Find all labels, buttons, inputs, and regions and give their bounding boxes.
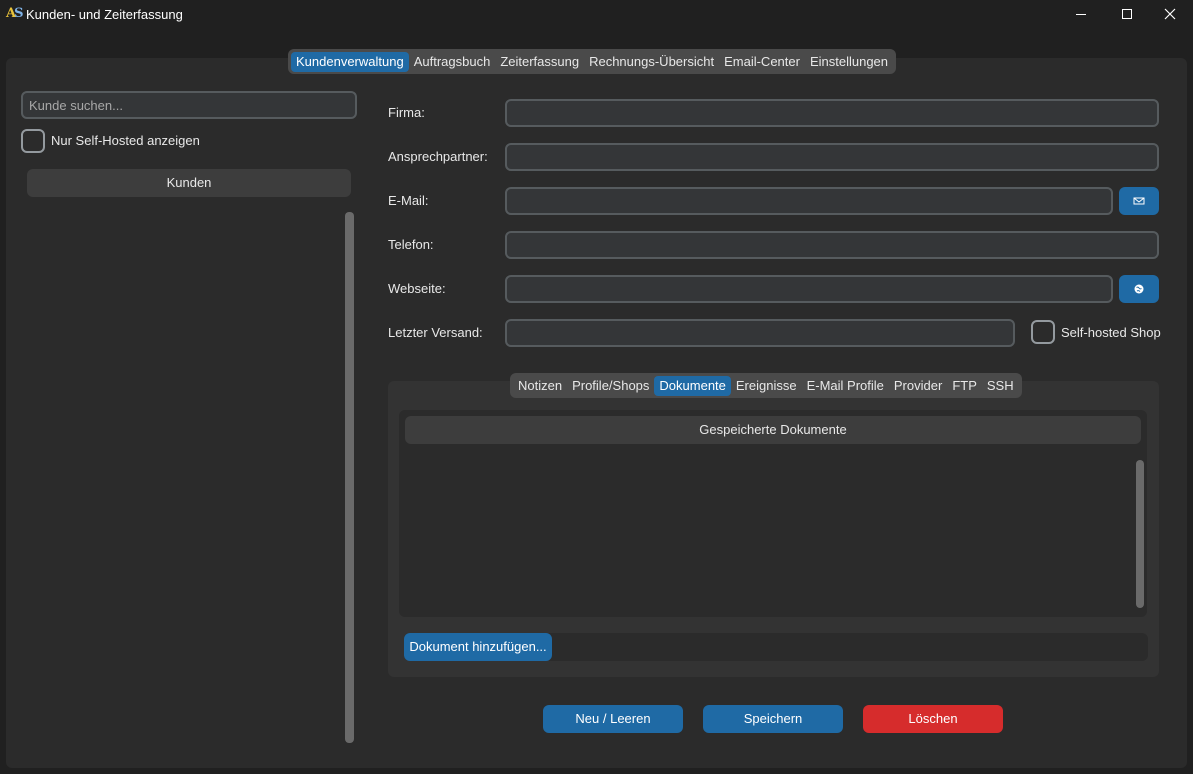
open-website-button[interactable] xyxy=(1119,275,1159,303)
close-button[interactable] xyxy=(1147,0,1193,28)
customer-list-header[interactable]: Kunden xyxy=(27,169,351,197)
maximize-icon xyxy=(1122,9,1132,19)
tab-dokumente[interactable]: Dokumente xyxy=(654,375,731,396)
self-hosted-shop-label[interactable]: Self-hosted Shop xyxy=(1061,325,1161,340)
customer-list-scrollbar[interactable] xyxy=(345,212,354,743)
documents-scrollbar[interactable] xyxy=(1136,460,1144,608)
main-tabview: Kundenverwaltung Auftragsbuch Zeiterfass… xyxy=(288,49,897,74)
add-document-button[interactable]: Dokument hinzufügen... xyxy=(404,633,552,661)
minimize-button[interactable] xyxy=(1058,0,1104,28)
tab-ftp[interactable]: FTP xyxy=(947,376,982,396)
new-clear-button[interactable]: Neu / Leeren xyxy=(543,705,683,733)
firma-field[interactable] xyxy=(505,99,1159,127)
firma-label: Firma: xyxy=(388,105,425,120)
self-hosted-filter-label[interactable]: Nur Self-Hosted anzeigen xyxy=(51,133,200,148)
detail-tabs: Notizen Profile/Shops Dokumente Ereignis… xyxy=(510,373,1022,398)
self-hosted-shop-checkbox[interactable] xyxy=(1031,320,1055,344)
webseite-field[interactable] xyxy=(505,275,1113,303)
tab-email-center[interactable]: Email-Center xyxy=(719,52,805,72)
tab-einstellungen[interactable]: Einstellungen xyxy=(805,52,893,72)
tab-auftragsbuch[interactable]: Auftragsbuch xyxy=(409,52,496,72)
delete-button[interactable]: Löschen xyxy=(863,705,1003,733)
documents-header: Gespeicherte Dokumente xyxy=(405,416,1141,444)
letzter-versand-field[interactable] xyxy=(505,319,1015,347)
email-label: E-Mail: xyxy=(388,193,429,208)
tab-zeiterfassung[interactable]: Zeiterfassung xyxy=(495,52,584,72)
telefon-field[interactable] xyxy=(505,231,1159,259)
self-hosted-filter-checkbox[interactable] xyxy=(21,129,45,153)
globe-icon xyxy=(1134,284,1144,294)
email-field[interactable] xyxy=(505,187,1113,215)
telefon-label: Telefon: xyxy=(388,237,434,252)
letzter-versand-label: Letzter Versand: xyxy=(388,325,483,340)
tab-ereignisse[interactable]: Ereignisse xyxy=(731,376,802,396)
tab-notizen[interactable]: Notizen xyxy=(513,376,567,396)
minimize-icon xyxy=(1076,13,1086,15)
tab-rechnungs-uebersicht[interactable]: Rechnungs-Übersicht xyxy=(584,52,719,72)
webseite-label: Webseite: xyxy=(388,281,446,296)
window-title: Kunden- und Zeiterfassung xyxy=(26,7,183,22)
save-button[interactable]: Speichern xyxy=(703,705,843,733)
tab-email-profile[interactable]: E-Mail Profile xyxy=(802,376,889,396)
tab-ssh[interactable]: SSH xyxy=(982,376,1019,396)
ansprechpartner-field[interactable] xyxy=(505,143,1159,171)
title-bar: AS Kunden- und Zeiterfassung xyxy=(0,0,1193,28)
close-icon xyxy=(1164,8,1176,20)
tab-provider[interactable]: Provider xyxy=(889,376,947,396)
maximize-button[interactable] xyxy=(1104,0,1150,28)
tab-kundenverwaltung[interactable]: Kundenverwaltung xyxy=(291,51,409,72)
tab-profile-shops[interactable]: Profile/Shops xyxy=(567,376,654,396)
customer-search-input[interactable] xyxy=(21,91,357,119)
ansprechpartner-label: Ansprechpartner: xyxy=(388,149,488,164)
app-logo-icon: AS xyxy=(6,6,24,21)
send-email-button[interactable] xyxy=(1119,187,1159,215)
envelope-icon xyxy=(1133,197,1145,205)
